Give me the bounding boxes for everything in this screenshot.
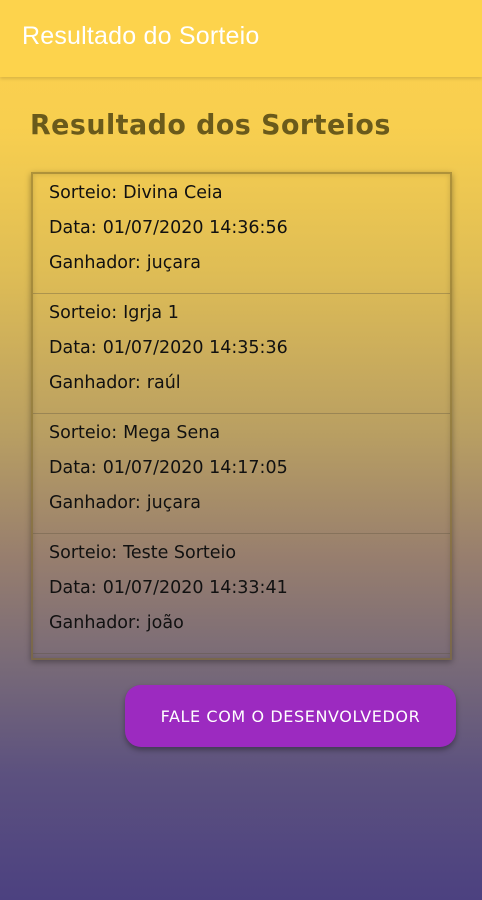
ganhador-label: Ganhador: <box>49 253 141 273</box>
ganhador-line: Ganhador: juçara <box>49 253 201 273</box>
data-value: 01/07/2020 14:35:36 <box>102 338 288 358</box>
data-value: 01/07/2020 14:33:41 <box>102 578 288 598</box>
ganhador-label: Ganhador: <box>49 613 141 633</box>
sorteio-line: Sorteio: Divina Ceia <box>49 183 223 203</box>
sorteio-label: Sorteio: <box>49 303 118 323</box>
data-line: Data: 01/07/2020 14:36:56 <box>49 218 288 238</box>
sorteio-line: Sorteio: Mega Sena <box>49 423 220 443</box>
data-label: Data: <box>49 578 97 598</box>
list-item[interactable]: Sorteio: Igrja 1 Data: 01/07/2020 14:35:36… <box>33 294 450 414</box>
ganhador-label: Ganhador: <box>49 493 141 513</box>
data-value: 01/07/2020 14:36:56 <box>102 218 288 238</box>
results-list[interactable]: Sorteio: Divina Ceia Data: 01/07/2020 14:3… <box>31 172 452 660</box>
sorteio-line: Sorteio: Teste Sorteio <box>49 543 236 563</box>
ganhador-value: juçara <box>146 253 202 273</box>
list-item[interactable]: Sorteio: Teste Sorteio Data: 01/07/2020 14… <box>33 534 450 654</box>
data-label: Data: <box>49 218 97 238</box>
ganhador-line: Ganhador: joão <box>49 613 184 633</box>
page-title: Resultado dos Sorteios <box>30 108 391 141</box>
ganhador-label: Ganhador: <box>49 373 141 393</box>
data-line: Data: 01/07/2020 14:17:05 <box>49 458 288 478</box>
ganhador-value: juçara <box>146 493 202 513</box>
sorteio-label: Sorteio: <box>49 183 118 203</box>
data-label: Data: <box>49 338 97 358</box>
ganhador-value: raúl <box>146 373 181 393</box>
data-label: Data: <box>49 458 97 478</box>
sorteio-value: Teste Sorteio <box>123 543 237 563</box>
data-value: 01/07/2020 14:17:05 <box>102 458 288 478</box>
app-bar: Resultado do Sorteio <box>0 0 482 77</box>
sorteio-value: Igrja 1 <box>123 303 179 323</box>
data-line: Data: 01/07/2020 14:33:41 <box>49 578 288 598</box>
ganhador-value: joão <box>146 613 184 633</box>
app-bar-title: Resultado do Sorteio <box>22 22 260 50</box>
contact-developer-button[interactable]: FALE COM O DESENVOLVEDOR <box>125 685 456 747</box>
sorteio-value: Divina Ceia <box>123 183 223 203</box>
ganhador-line: Ganhador: juçara <box>49 493 201 513</box>
sorteio-line: Sorteio: Igrja 1 <box>49 303 179 323</box>
sorteio-value: Mega Sena <box>123 423 221 443</box>
sorteio-label: Sorteio: <box>49 543 118 563</box>
list-item[interactable]: Sorteio: Mega Sena Data: 01/07/2020 14:17:… <box>33 414 450 534</box>
sorteio-label: Sorteio: <box>49 423 118 443</box>
ganhador-line: Ganhador: raúl <box>49 373 181 393</box>
contact-developer-label: FALE COM O DESENVOLVEDOR <box>160 706 421 726</box>
data-line: Data: 01/07/2020 14:35:36 <box>49 338 288 358</box>
list-item[interactable]: Sorteio: Divina Ceia Data: 01/07/2020 14:3… <box>33 174 450 294</box>
